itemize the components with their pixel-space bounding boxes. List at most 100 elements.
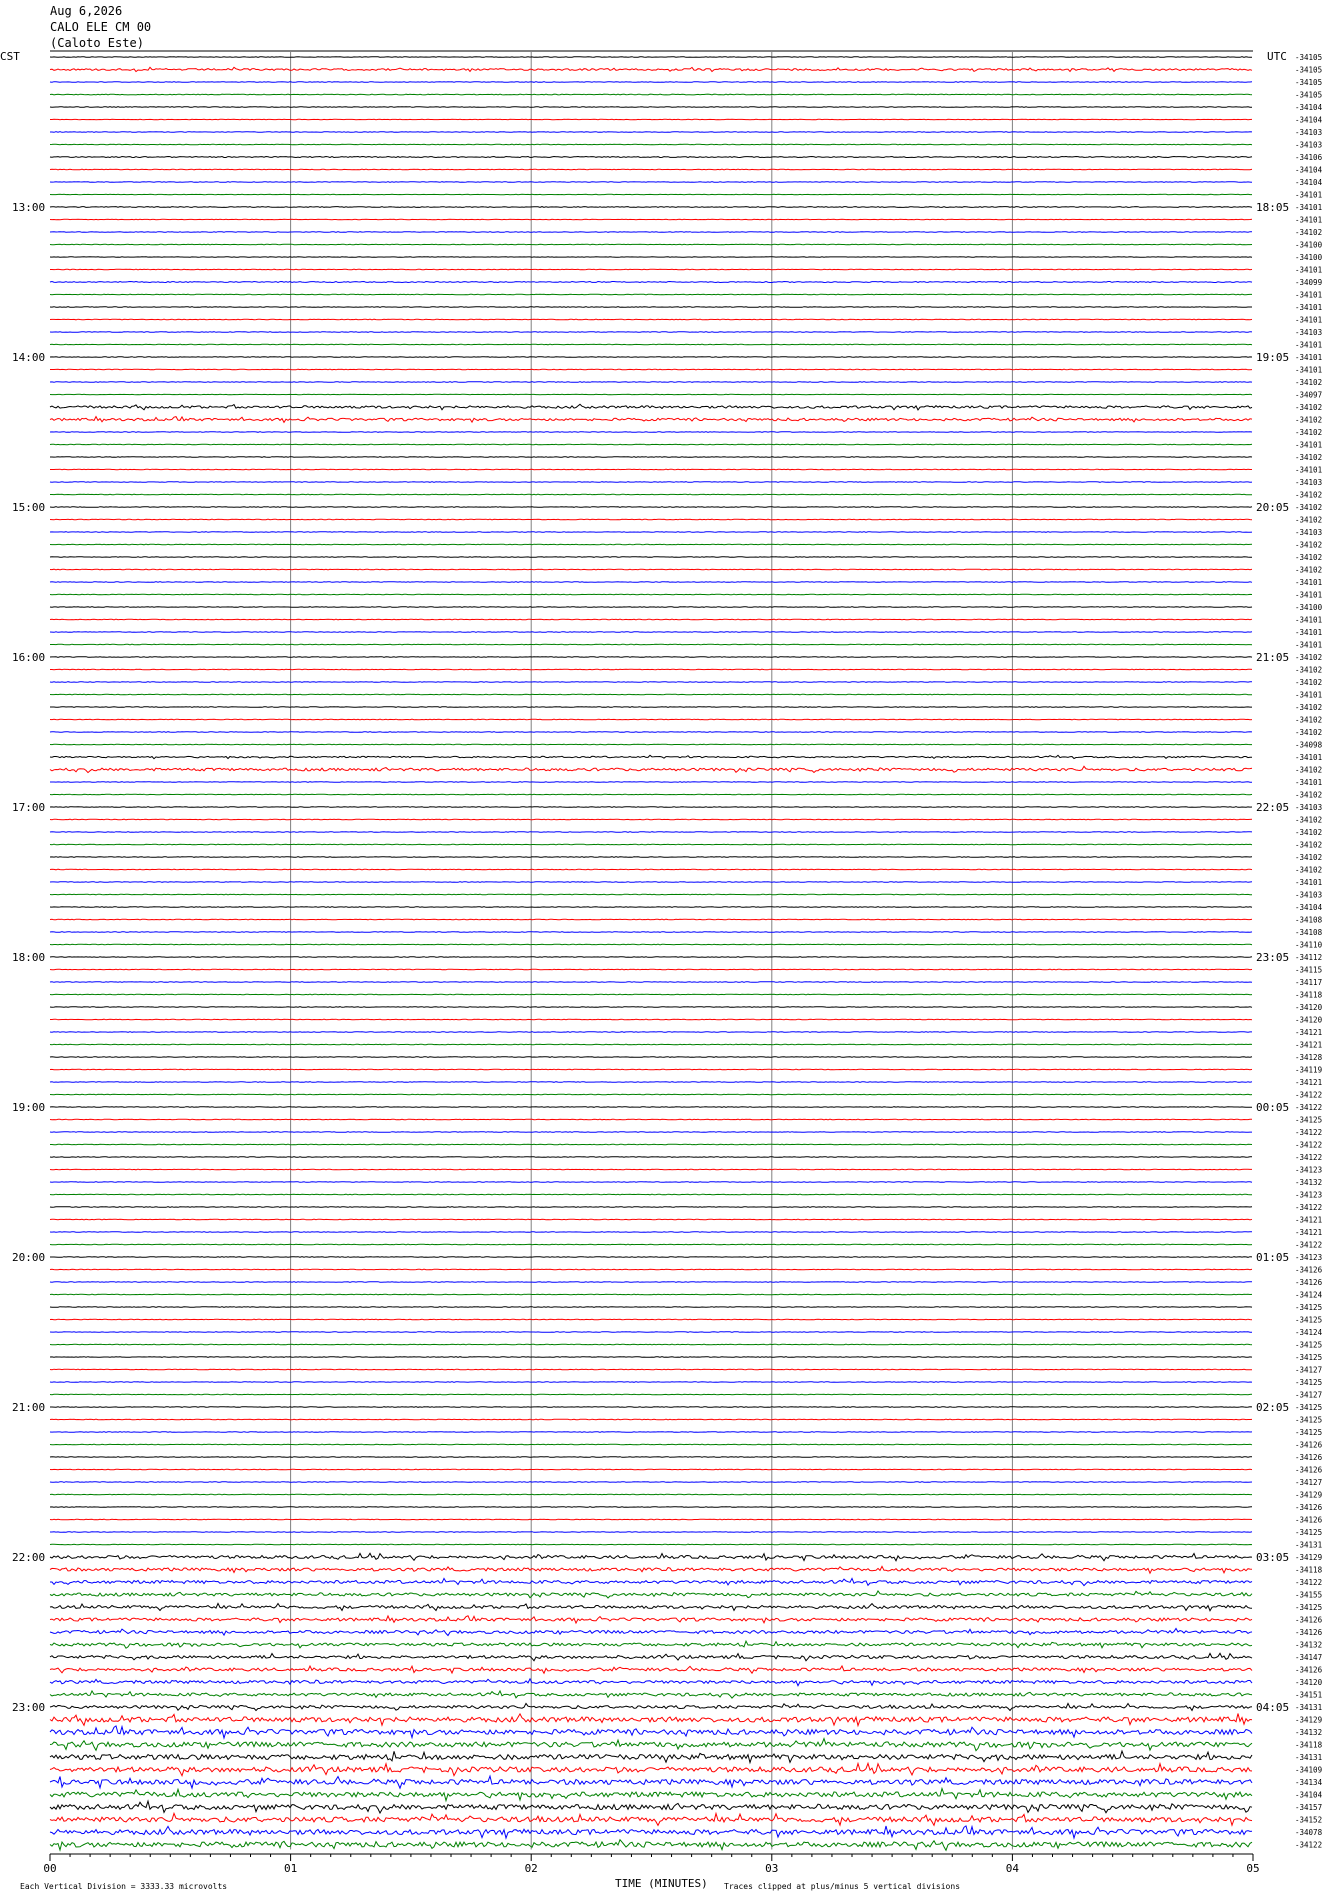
trace-row — [49, 693, 1252, 696]
row-value-label: -34102 — [1295, 428, 1322, 437]
trace-row — [49, 656, 1253, 658]
row-value-label: -34125 — [1295, 1316, 1322, 1325]
right-hour-label: 03:05 — [1256, 1551, 1289, 1564]
trace-row — [49, 506, 1253, 508]
trace-row — [49, 868, 1253, 871]
trace-row — [49, 1602, 1253, 1612]
trace-row — [49, 1614, 1253, 1625]
right-hour-label: 02:05 — [1256, 1401, 1289, 1414]
trace-row — [50, 1143, 1253, 1146]
row-value-label: -34102 — [1295, 828, 1322, 837]
row-value-label: -34102 — [1295, 666, 1322, 675]
row-value-label: -34131 — [1295, 1753, 1322, 1762]
x-tick-label: 01 — [284, 1862, 297, 1875]
row-value-label: -34104 — [1295, 166, 1323, 175]
row-value-label: -34099 — [1295, 278, 1322, 287]
trace-row — [50, 643, 1253, 646]
right-hour-label: 22:05 — [1256, 801, 1289, 814]
left-hour-label: 15:00 — [12, 501, 45, 514]
x-tick-label: 03 — [765, 1862, 778, 1875]
trace-row — [49, 1431, 1253, 1433]
trace-row — [49, 280, 1253, 284]
trace-row — [49, 1799, 1253, 1815]
trace-row — [49, 1589, 1253, 1599]
row-value-label: -34101 — [1295, 441, 1322, 450]
trace-row — [49, 1306, 1253, 1308]
trace-row — [49, 606, 1253, 608]
trace-row — [49, 1493, 1252, 1496]
right-hour-label: 00:05 — [1256, 1101, 1289, 1114]
row-value-label: -34103 — [1295, 141, 1322, 150]
row-value-label: -34102 — [1295, 378, 1322, 387]
trace-row — [49, 1724, 1253, 1740]
trace-row — [49, 243, 1253, 246]
trace-row — [49, 1118, 1253, 1121]
row-value-label: -34117 — [1295, 978, 1322, 987]
trace-row — [50, 468, 1252, 471]
row-value-label: -34125 — [1295, 1378, 1322, 1387]
trace-row — [49, 1006, 1253, 1008]
row-value-label: -34104 — [1295, 178, 1323, 187]
row-value-label: -34119 — [1295, 1066, 1322, 1075]
trace-row — [49, 356, 1253, 358]
trace-row — [49, 1652, 1253, 1662]
helicorder-chart: CST UTC -34105-34105-34105-34105-34104-3… — [0, 50, 1323, 1891]
trace-row — [50, 131, 1253, 133]
trace-row — [50, 268, 1253, 271]
trace-row — [49, 681, 1253, 683]
trace-row — [49, 793, 1253, 796]
row-value-label: -34125 — [1295, 1353, 1322, 1362]
row-value-label: -34102 — [1295, 678, 1322, 687]
row-value-label: -34122 — [1295, 1128, 1322, 1137]
trace-row — [49, 1131, 1252, 1133]
trace-row — [49, 856, 1253, 858]
trace-row — [49, 1481, 1253, 1483]
trace-row — [50, 1531, 1253, 1533]
row-value-label: -34105 — [1295, 53, 1322, 62]
trace-row — [49, 1824, 1253, 1840]
trace-row — [49, 1565, 1253, 1575]
row-value-label: -34102 — [1295, 853, 1322, 862]
trace-row — [50, 456, 1253, 458]
row-value-label: -34102 — [1295, 403, 1322, 412]
row-value-label: -34101 — [1295, 353, 1322, 362]
row-value-label: -34126 — [1295, 1466, 1323, 1475]
row-value-label: -34120 — [1295, 1003, 1323, 1012]
trace-row — [49, 1774, 1253, 1790]
row-value-label: -34120 — [1295, 1016, 1323, 1025]
trace-row — [49, 1737, 1253, 1752]
trace-row — [50, 781, 1253, 783]
row-value-label: -34110 — [1295, 941, 1323, 950]
row-value-label: -34101 — [1295, 641, 1322, 650]
row-value-label: -34115 — [1295, 966, 1322, 975]
trace-row — [49, 1506, 1253, 1508]
trace-row — [49, 1081, 1253, 1083]
row-value-label: -34157 — [1295, 1803, 1322, 1812]
row-value-label: -34101 — [1295, 266, 1322, 275]
left-hour-label: 14:00 — [12, 351, 45, 364]
footer-scale-note: Each Vertical Division = 3333.33 microvo… — [20, 1882, 227, 1891]
trace-row — [49, 581, 1253, 583]
trace-row — [49, 1331, 1252, 1333]
row-value-label: -34129 — [1295, 1491, 1322, 1500]
trace-row — [49, 568, 1253, 571]
left-hour-label: 17:00 — [12, 801, 45, 814]
row-value-label: -34126 — [1295, 1628, 1323, 1637]
trace-row — [49, 443, 1253, 446]
left-hour-label: 19:00 — [12, 1101, 45, 1114]
trace-row — [49, 943, 1253, 946]
trace-row — [49, 1664, 1253, 1675]
trace-row — [50, 1256, 1253, 1258]
footer-clip-note: Traces clipped at plus/minus 5 vertical … — [724, 1882, 960, 1891]
row-value-label: -34102 — [1295, 841, 1322, 850]
row-value-label: -34122 — [1295, 1141, 1322, 1150]
row-value-label: -34078 — [1295, 1828, 1323, 1837]
row-value-label: -34105 — [1295, 78, 1322, 87]
trace-row — [49, 56, 1252, 58]
row-value-label: -34108 — [1295, 916, 1323, 925]
row-value-label: -34104 — [1295, 103, 1323, 112]
trace-row — [49, 743, 1252, 746]
row-value-label: -34102 — [1295, 541, 1322, 550]
row-value-label: -34102 — [1295, 516, 1322, 525]
trace-row — [49, 381, 1253, 383]
